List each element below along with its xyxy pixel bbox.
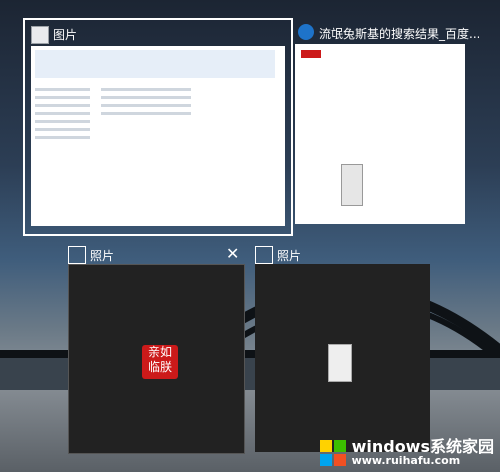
window-preview <box>295 44 465 224</box>
window-title: 图片 <box>53 28 78 42</box>
site-watermark: windows系统家园 www.ruihafu.com <box>319 437 494 467</box>
window-preview <box>255 264 430 452</box>
stamp-seal: 亲如 临朕 <box>142 345 178 379</box>
window-file-explorer[interactable]: 图片 <box>23 18 293 236</box>
close-button[interactable]: ✕ <box>226 244 239 263</box>
watermark-url: www.ruihafu.com <box>351 454 461 467</box>
photos-app-icon <box>255 246 273 264</box>
file-explorer-icon <box>31 26 49 44</box>
photos-app-icon <box>68 246 86 264</box>
window-photos-1[interactable]: 照片 ✕ 亲如 临朕 <box>68 244 245 454</box>
window-preview: 亲如 临朕 <box>68 264 245 454</box>
watermark-brand: windows系统家园 <box>351 437 494 456</box>
window-preview <box>31 46 285 226</box>
window-title: 照片 <box>90 249 115 263</box>
window-title: 流氓兔斯基的搜索结果_百度... <box>319 27 479 41</box>
window-title: 照片 <box>277 249 302 263</box>
windows-logo-icon <box>319 439 346 466</box>
window-edge[interactable]: 流氓兔斯基的搜索结果_百度... <box>295 18 485 232</box>
image-thumbnail <box>328 344 352 382</box>
window-photos-2[interactable]: 照片 <box>255 244 430 452</box>
edge-browser-icon <box>298 24 314 40</box>
